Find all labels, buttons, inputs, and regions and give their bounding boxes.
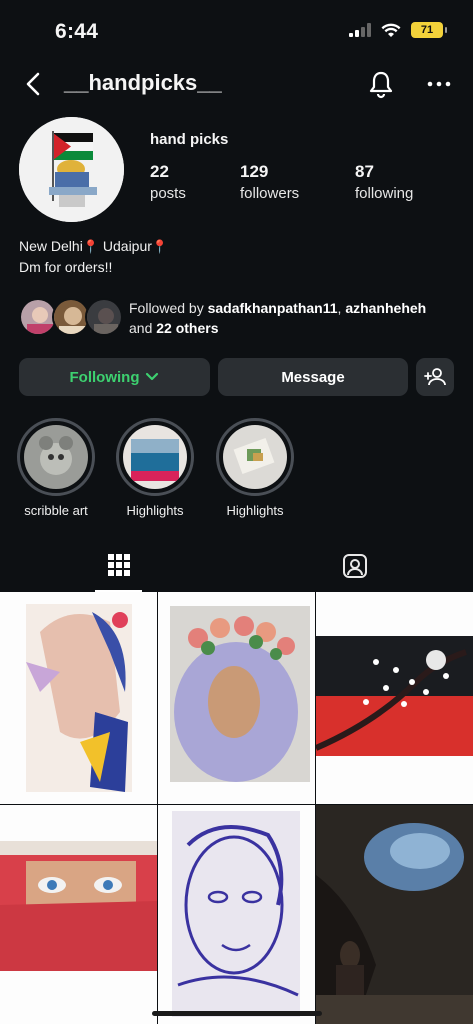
profile-username: __handpicks__ — [64, 70, 222, 95]
bio-city-2: Udaipur — [102, 238, 152, 254]
post-thumbnail[interactable] — [316, 592, 473, 804]
stat-posts-label: posts — [150, 185, 186, 202]
more-icon[interactable] — [426, 74, 452, 94]
pin-icon: 📍 — [82, 239, 99, 254]
pin-icon: 📍 — [151, 239, 169, 254]
stat-following-value: 87 — [355, 162, 374, 181]
following-button[interactable]: Following — [19, 358, 210, 396]
post-thumbnail[interactable] — [158, 805, 315, 1024]
add-user-button[interactable] — [416, 358, 454, 396]
bio-line-2: Dm for orders!! — [19, 259, 113, 275]
highlight-label: Highlights — [226, 503, 284, 518]
followed-others: 22 others — [156, 320, 219, 336]
signal-icon — [349, 23, 371, 37]
highlight-ring — [116, 418, 194, 496]
following-button-label: Following — [69, 368, 140, 386]
grid-icon — [107, 554, 130, 576]
stat-followers-label: followers — [240, 185, 300, 202]
profile-display-name: hand picks — [150, 131, 229, 148]
post-image — [0, 805, 157, 1024]
post-thumbnail[interactable] — [316, 805, 473, 1024]
bio-city-1: New Delhi — [19, 238, 83, 254]
profile-tabs — [0, 540, 473, 592]
highlight-label: Highlights — [126, 503, 184, 518]
mutual-user-1: sadafkhanpathan11 — [207, 300, 338, 316]
stat-followers-value: 129 — [240, 162, 269, 181]
profile-header: __handpicks__ — [0, 62, 473, 108]
post-image — [158, 805, 315, 1024]
status-time: 6:44 — [55, 20, 99, 43]
chevron-down-icon — [146, 372, 159, 381]
tab-tagged[interactable] — [331, 540, 378, 592]
posts-grid — [0, 592, 473, 1024]
stat-posts-value: 22 — [150, 162, 169, 181]
highlight-highlights-2[interactable]: Highlights — [216, 418, 294, 518]
post-thumbnail[interactable] — [158, 592, 315, 804]
stat-following[interactable]: 87 following — [355, 162, 413, 202]
message-button[interactable]: Message — [218, 358, 408, 396]
highlight-cover — [223, 425, 287, 489]
followed-by-text: Followed by sadafkhanpathan11, azhanhehe… — [129, 298, 426, 338]
followed-by-row[interactable]: Followed by sadafkhanpathan11, azhanhehe… — [19, 296, 459, 340]
stat-following-label: following — [355, 185, 414, 202]
stat-posts[interactable]: 22 posts — [150, 162, 186, 202]
post-thumbnail[interactable] — [0, 592, 157, 804]
home-indicator — [152, 1011, 322, 1016]
tagged-icon — [342, 554, 367, 578]
mutual-avatar — [85, 298, 123, 336]
status-bar: 6:44 71 — [0, 0, 473, 60]
tab-posts-grid[interactable] — [95, 540, 142, 592]
post-image — [316, 592, 473, 804]
highlight-ring — [17, 418, 95, 496]
message-button-label: Message — [281, 368, 345, 386]
add-user-icon — [424, 368, 446, 386]
post-image — [316, 805, 473, 1024]
post-thumbnail[interactable] — [0, 805, 157, 1024]
battery-icon: 71 — [411, 22, 447, 38]
wifi-icon — [381, 23, 401, 37]
highlight-scribble-art[interactable]: scribble art — [17, 418, 95, 518]
avatar-image — [19, 117, 124, 222]
highlight-cover — [24, 425, 88, 489]
highlight-label: scribble art — [24, 503, 88, 518]
status-icons: 71 — [349, 22, 447, 38]
battery-level: 71 — [420, 24, 434, 36]
profile-avatar[interactable] — [19, 117, 124, 222]
stat-followers[interactable]: 129 followers — [240, 162, 299, 202]
bio-line-1: New Delhi📍 Udaipur📍 — [19, 236, 168, 257]
highlight-cover — [123, 425, 187, 489]
profile-bio: New Delhi📍 Udaipur📍 Dm for orders!! — [19, 236, 168, 277]
followed-prefix: Followed by — [129, 300, 208, 316]
bell-icon[interactable] — [366, 69, 396, 99]
post-image — [158, 592, 315, 804]
post-image — [0, 592, 157, 804]
mutual-user-2: azhanheheh — [345, 300, 427, 316]
followed-and: and — [129, 320, 157, 336]
chevron-left-icon[interactable] — [20, 70, 48, 98]
highlight-highlights-1[interactable]: Highlights — [116, 418, 194, 518]
highlight-ring — [216, 418, 294, 496]
